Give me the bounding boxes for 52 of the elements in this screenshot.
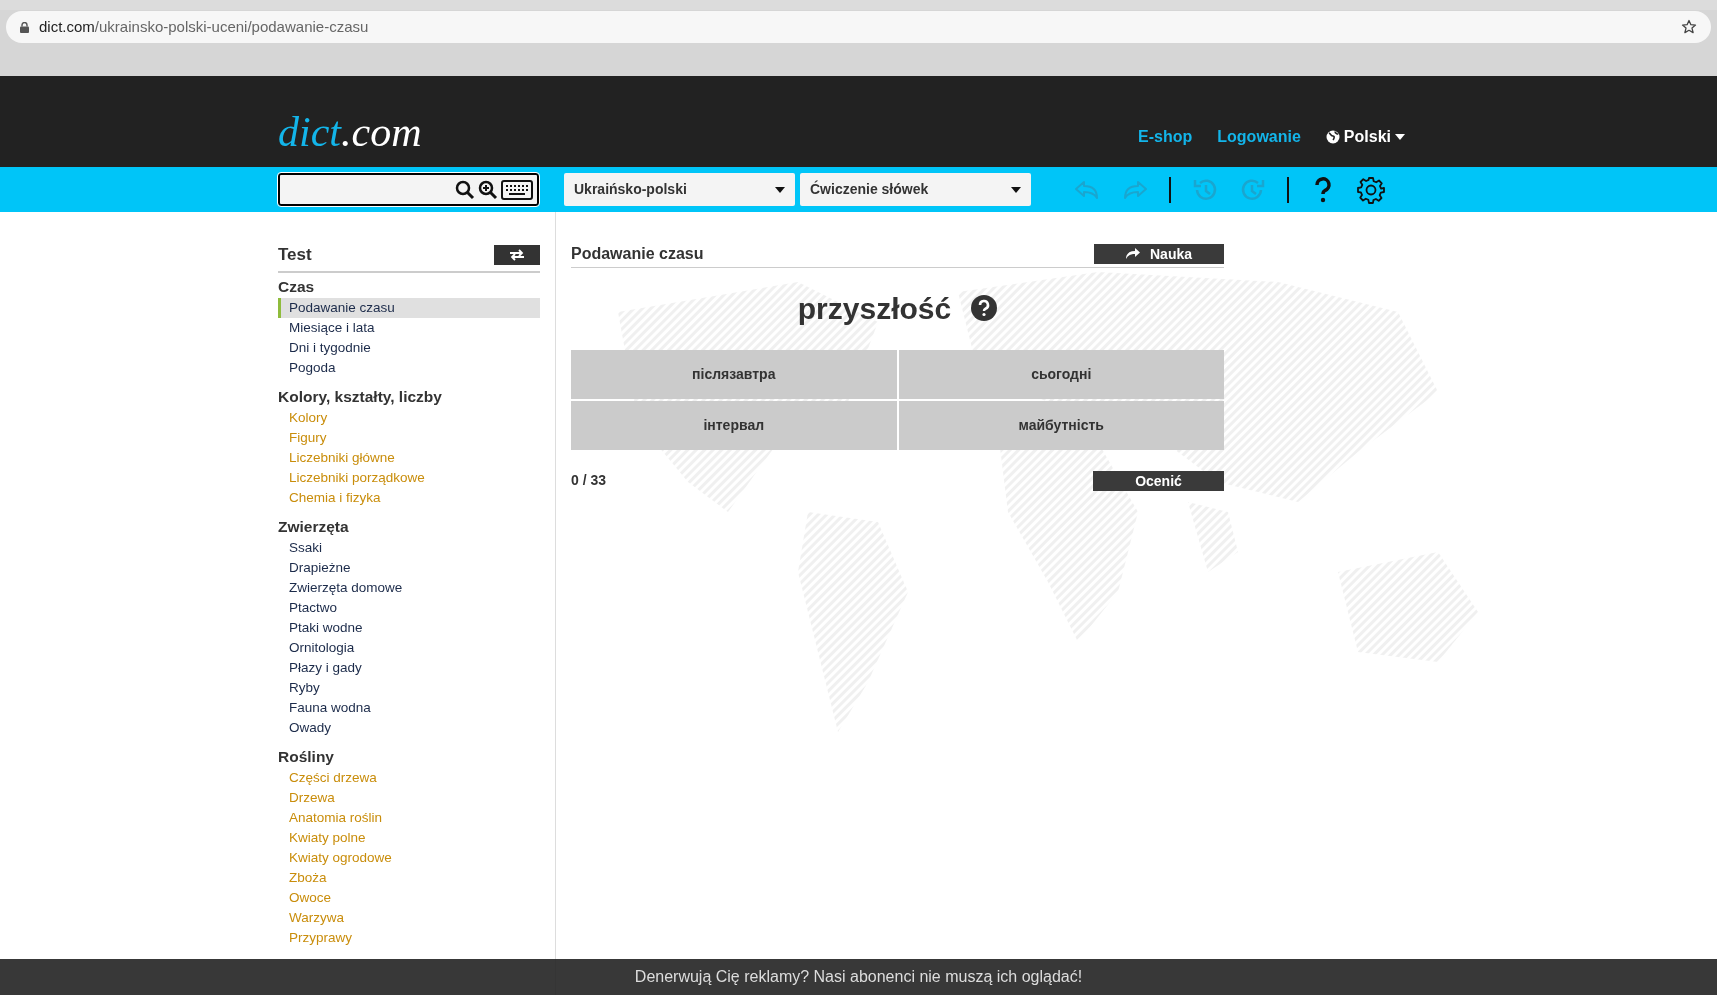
- study-button[interactable]: Nauka: [1094, 244, 1224, 264]
- url-text: dict.com/ukrainsko-polski-uceni/podawanie-czasu: [39, 16, 369, 37]
- grade-button[interactable]: Ocenić: [1093, 470, 1224, 491]
- settings-icon[interactable]: [1357, 175, 1385, 204]
- topic-link[interactable]: Drapieżne: [278, 557, 540, 578]
- answer-option[interactable]: сьогодні: [898, 350, 1224, 399]
- help-icon[interactable]: [971, 295, 998, 321]
- sidebar-title: Test: [278, 244, 312, 266]
- topic-link[interactable]: Ptaki wodne: [278, 617, 540, 638]
- topic-link[interactable]: Podawanie czasu: [278, 297, 540, 318]
- topic-link[interactable]: Zwierzęta domowe: [278, 577, 540, 598]
- swap-button[interactable]: [494, 244, 540, 265]
- category-heading: Kolory, kształty, liczby: [278, 386, 443, 407]
- topic-link[interactable]: Ornitologia: [278, 637, 540, 658]
- nav-link[interactable]: E-shop: [1138, 125, 1193, 149]
- caret-icon: [775, 186, 785, 193]
- answer-option[interactable]: інтервал: [571, 401, 897, 450]
- caret-icon: [1395, 134, 1405, 140]
- topic-link[interactable]: Owady: [278, 717, 540, 738]
- topic-link[interactable]: Dni i tygodnie: [278, 337, 540, 358]
- answer-option[interactable]: майбутність: [898, 401, 1224, 450]
- zoom-in-icon[interactable]: [478, 179, 498, 200]
- category-heading: Rośliny: [278, 746, 335, 767]
- topic-link[interactable]: Ptactwo: [278, 597, 540, 618]
- globe-icon: [1325, 130, 1340, 144]
- progress-counter: 0 / 33: [571, 471, 607, 490]
- category-heading: Zwierzęta: [278, 516, 350, 537]
- exercise-title: Podawanie czasu: [571, 244, 704, 264]
- keyboard-icon[interactable]: [501, 179, 533, 200]
- topic-link[interactable]: Fauna wodna: [278, 697, 540, 718]
- topic-link[interactable]: Ssaki: [278, 537, 540, 558]
- topic-link[interactable]: Płazy i gady: [278, 657, 540, 678]
- answer-option[interactable]: післязавтра: [571, 350, 897, 399]
- nav-link[interactable]: Logowanie: [1217, 125, 1301, 149]
- ad-banner-text: Denerwują Cię reklamy? Nasi abonenci nie muszą ich oglądać!: [634, 967, 1083, 987]
- select-dropdown[interactable]: Ćwiczenie słówek: [800, 173, 1031, 206]
- search-field[interactable]: [278, 173, 539, 206]
- swap-icon: [509, 248, 525, 261]
- quiz-word: przyszłość: [797, 290, 952, 327]
- search-icon[interactable]: [455, 179, 475, 200]
- caret-icon: [1011, 186, 1021, 193]
- logo[interactable]: dict.com: [278, 111, 422, 153]
- address-bar[interactable]: dict.com/ukrainsko-polski-uceni/podawanie-czasu: [6, 11, 1711, 43]
- lock-icon: [20, 21, 29, 33]
- category-heading: Czas: [278, 276, 316, 297]
- star-icon[interactable]: [1681, 19, 1697, 35]
- language-menu[interactable]: Polski: [1325, 125, 1405, 149]
- share-arrow-icon: [1126, 248, 1140, 260]
- topic-link[interactable]: Ryby: [278, 677, 540, 698]
- topic-link[interactable]: Miesiące i lata: [278, 317, 540, 338]
- topic-link[interactable]: Pogoda: [278, 357, 540, 378]
- select-dropdown[interactable]: Ukraińsko-polski: [564, 173, 795, 206]
